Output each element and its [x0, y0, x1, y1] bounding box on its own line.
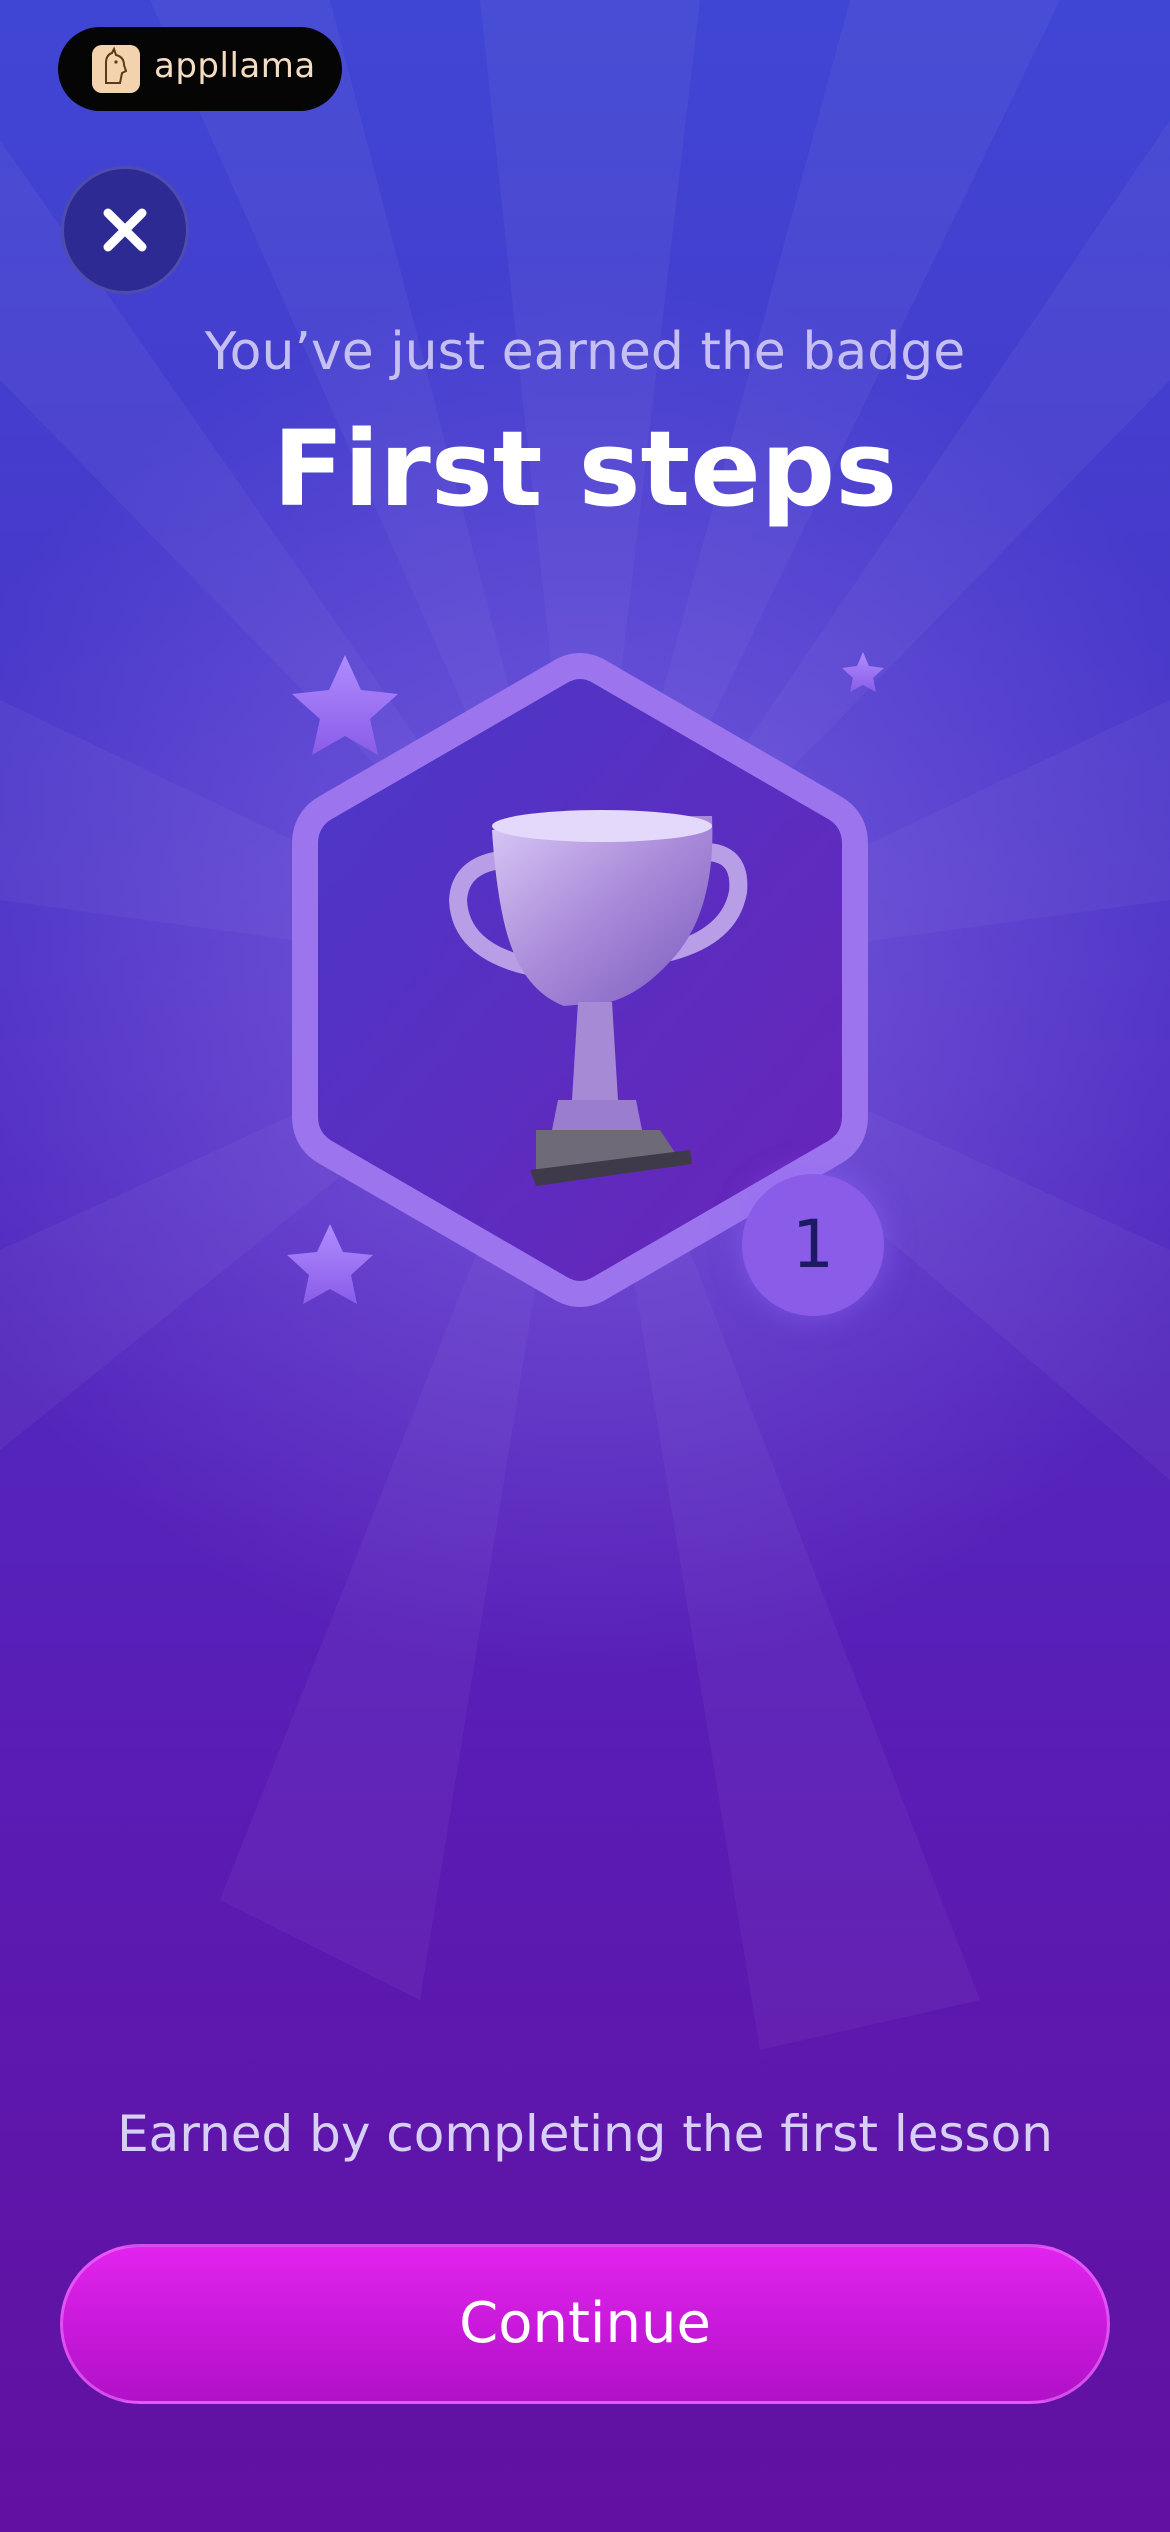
- badge-title: First steps: [272, 408, 898, 530]
- star-icon: [287, 1224, 373, 1304]
- badge-description: Earned by completing the first lesson: [117, 2105, 1053, 2163]
- badge-count: 1: [742, 1174, 884, 1316]
- close-button[interactable]: [61, 166, 189, 294]
- star-icon: [292, 655, 398, 755]
- brand-name: appllama: [154, 46, 316, 86]
- close-icon: [103, 208, 147, 252]
- star-icon: [842, 652, 884, 692]
- brand-pill: appllama: [58, 27, 342, 111]
- badge-subtitle: You’ve just earned the badge: [204, 322, 966, 382]
- llama-logo-icon: [92, 45, 140, 93]
- continue-button[interactable]: Continue: [60, 2244, 1110, 2404]
